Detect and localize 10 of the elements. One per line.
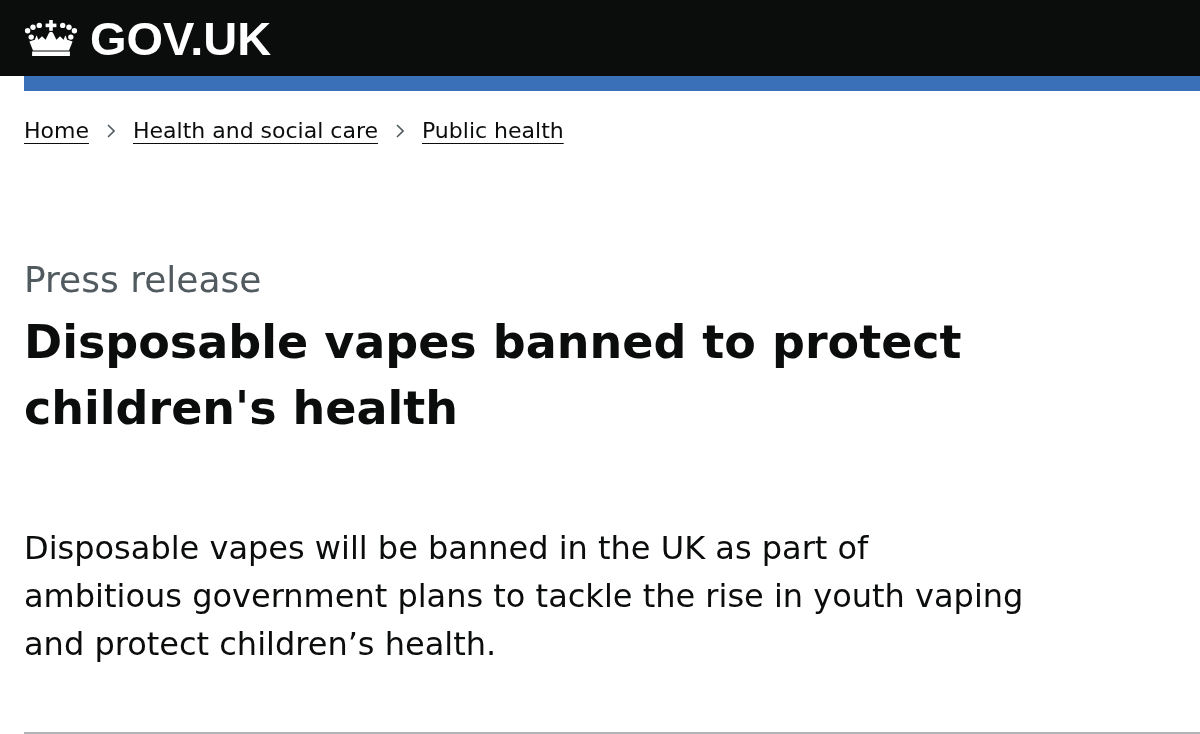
breadcrumb-link[interactable]: Public health <box>422 117 564 146</box>
breadcrumb-link[interactable]: Home <box>24 117 89 146</box>
page-title: Disposable vapes banned to protect children's health <box>24 313 963 437</box>
crown-icon <box>24 20 78 56</box>
breadcrumb-link[interactable]: Health and social care <box>132 117 378 146</box>
logo-link[interactable]: GOV.UK <box>24 14 272 62</box>
chevron-right-icon <box>106 124 115 139</box>
lead-paragraph: Disposable vapes will be banned in the UK as part of ambitious government plans to tackle the rise in youth vaping and protect children’s health. <box>24 527 1025 665</box>
chevron-right-icon <box>396 124 404 139</box>
document-type: Press release <box>24 257 263 301</box>
